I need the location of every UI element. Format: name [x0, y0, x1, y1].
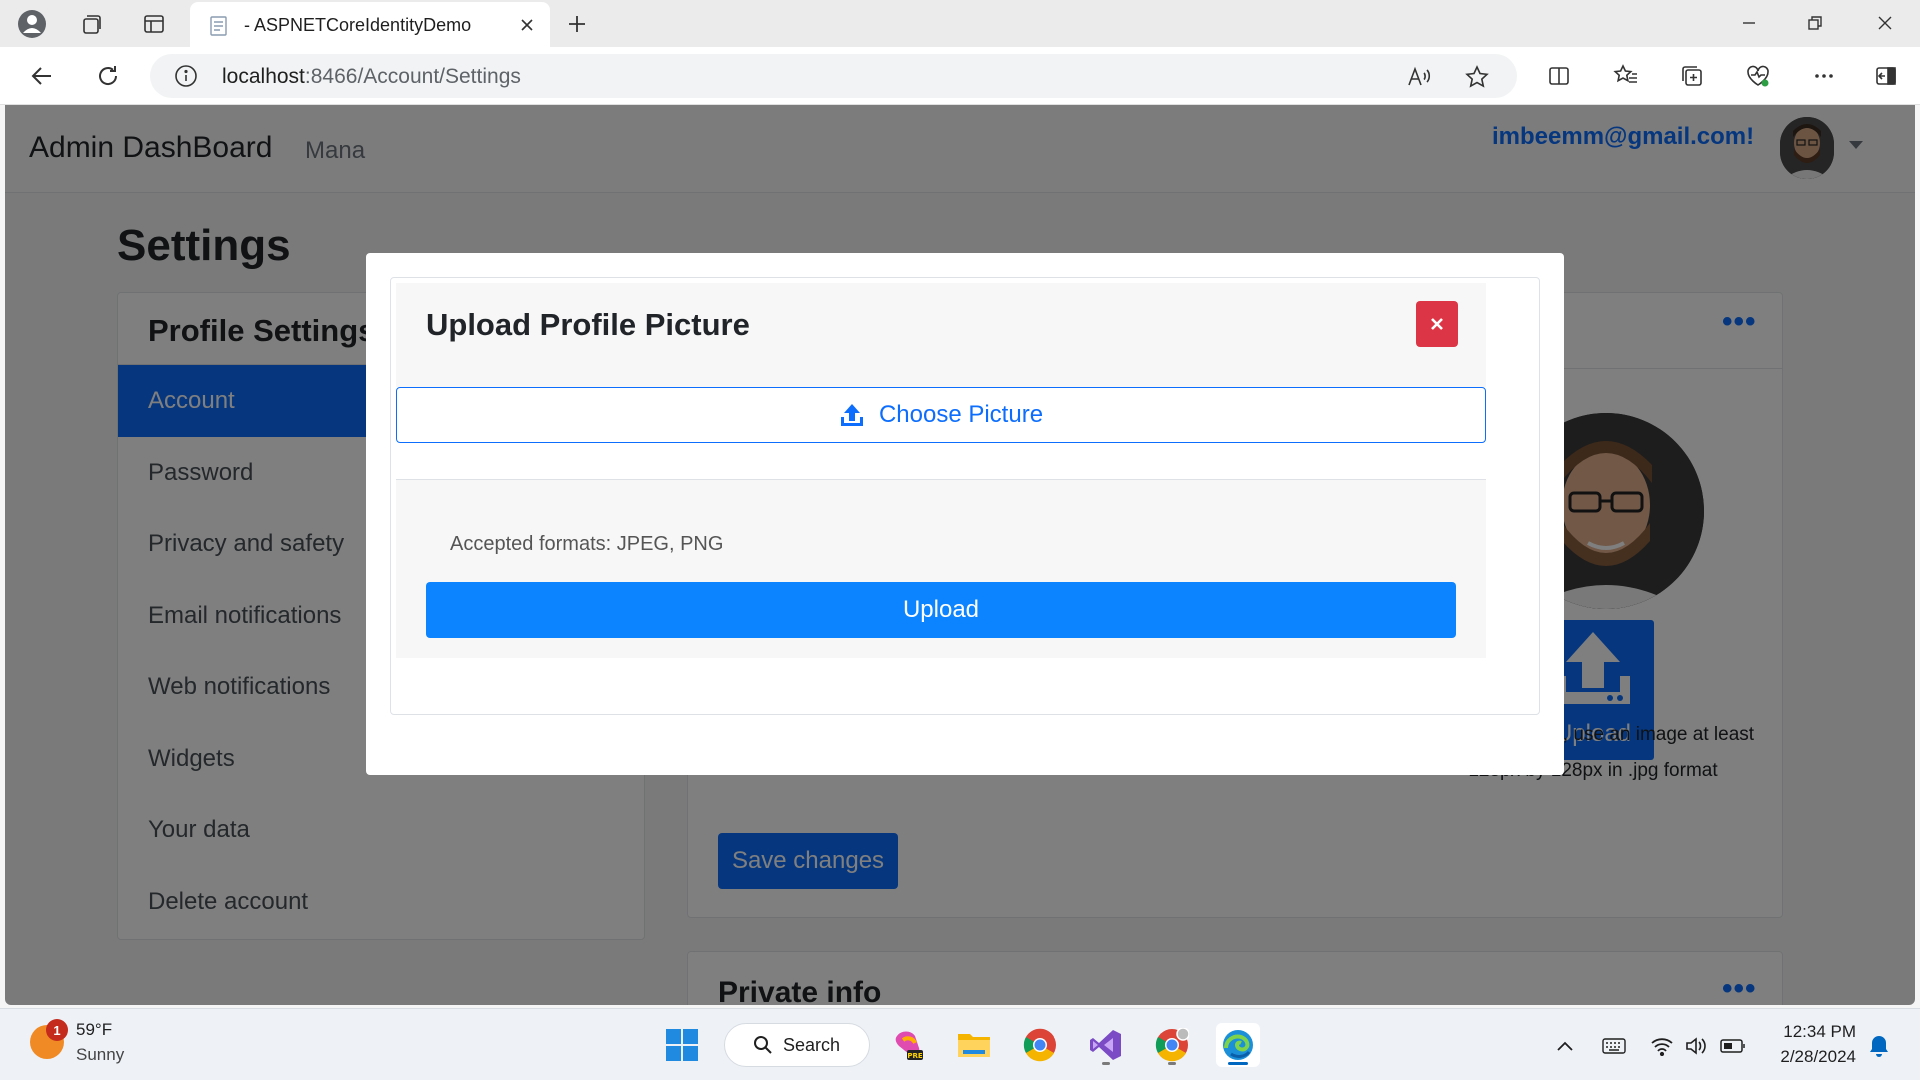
tab-close-icon[interactable] — [514, 12, 540, 38]
window-close-icon[interactable] — [1860, 6, 1910, 40]
browser-essentials-icon[interactable] — [1740, 58, 1776, 94]
choose-picture-button[interactable]: Choose Picture — [396, 387, 1486, 443]
wifi-icon[interactable] — [1649, 1033, 1675, 1059]
url-text: localhost:8466/Account/Settings — [222, 65, 521, 89]
restore-icon[interactable] — [1790, 6, 1840, 40]
taskbar-search[interactable]: Search — [724, 1023, 870, 1067]
svg-text:PRE: PRE — [907, 1052, 923, 1060]
tab-actions-icon[interactable] — [138, 8, 170, 40]
running-indicator — [1102, 1062, 1110, 1065]
choose-picture-label: Choose Picture — [878, 401, 1044, 428]
clock-date[interactable]: 2/28/2024 — [1756, 1047, 1856, 1067]
windows-taskbar: 1 59°F Sunny Search PRE 12:34 PM 2/28/20… — [0, 1008, 1920, 1080]
close-icon — [1431, 318, 1443, 330]
battery-icon[interactable] — [1720, 1033, 1746, 1059]
weather-badge: 1 — [46, 1019, 68, 1041]
split-screen-icon[interactable] — [1541, 58, 1577, 94]
favorites-icon[interactable] — [1608, 58, 1644, 94]
active-indicator — [1228, 1062, 1248, 1065]
upload-icon — [840, 404, 863, 426]
accepted-formats-text: Accepted formats: JPEG, PNG — [450, 533, 724, 555]
address-bar[interactable]: localhost:8466/Account/Settings — [150, 54, 1517, 98]
volume-icon[interactable] — [1684, 1033, 1710, 1059]
page-favicon-icon — [208, 15, 230, 42]
edge-icon[interactable] — [1216, 1023, 1260, 1067]
keyboard-icon[interactable] — [1601, 1033, 1627, 1059]
url-path: :8466/Account/Settings — [304, 65, 521, 88]
chevron-up-icon[interactable] — [1552, 1033, 1578, 1059]
workspaces-icon[interactable] — [76, 8, 108, 40]
copilot-icon[interactable]: PRE — [886, 1023, 930, 1067]
more-options-icon[interactable] — [1806, 58, 1842, 94]
tab-title: - ASPNETCoreIdentityDemo — [244, 15, 472, 35]
modal-header: Upload Profile Picture — [396, 283, 1486, 387]
search-icon — [754, 1036, 772, 1054]
refresh-icon[interactable] — [90, 58, 126, 94]
active-tab[interactable]: - ASPNETCoreIdentityDemo — [190, 2, 550, 47]
weather-desc[interactable]: Sunny — [76, 1045, 124, 1065]
read-aloud-icon[interactable] — [1402, 60, 1436, 94]
url-host: localhost — [222, 65, 305, 88]
modal-upload-section: Accepted formats: JPEG, PNG Upload — [396, 480, 1486, 658]
browser-tab-bar: - ASPNETCoreIdentityDemo — [0, 0, 1920, 47]
page-viewport: Admin DashBoard Mana imbeemm@gmail.com! … — [5, 105, 1915, 1005]
clock-time[interactable]: 12:34 PM — [1776, 1022, 1856, 1042]
favorite-star-icon[interactable] — [1460, 60, 1494, 94]
chrome-profile-icon[interactable] — [1150, 1023, 1194, 1067]
upload-profile-picture-modal: Upload Profile Picture Choose Picture Ac… — [366, 253, 1564, 775]
minimize-icon[interactable] — [1724, 6, 1774, 40]
search-label: Search — [783, 1034, 841, 1055]
notification-bell-icon[interactable] — [1866, 1033, 1892, 1059]
back-icon[interactable] — [24, 58, 60, 94]
modal-close-button[interactable] — [1416, 301, 1458, 347]
profile-icon[interactable] — [16, 8, 48, 40]
new-tab-icon[interactable] — [560, 8, 594, 40]
browser-toolbar: localhost:8466/Account/Settings — [0, 47, 1920, 105]
site-info-icon[interactable] — [174, 64, 198, 93]
upload-button[interactable]: Upload — [426, 582, 1456, 638]
chrome-icon[interactable] — [1018, 1023, 1062, 1067]
modal-title: Upload Profile Picture — [426, 307, 750, 342]
file-explorer-icon[interactable] — [952, 1023, 996, 1067]
start-windows-icon[interactable] — [660, 1023, 704, 1067]
collections-icon[interactable] — [1674, 58, 1710, 94]
weather-temp[interactable]: 59°F — [76, 1020, 112, 1040]
running-indicator — [1168, 1062, 1176, 1065]
visual-studio-icon[interactable] — [1084, 1023, 1128, 1067]
sidebar-toggle-icon[interactable] — [1868, 58, 1904, 94]
